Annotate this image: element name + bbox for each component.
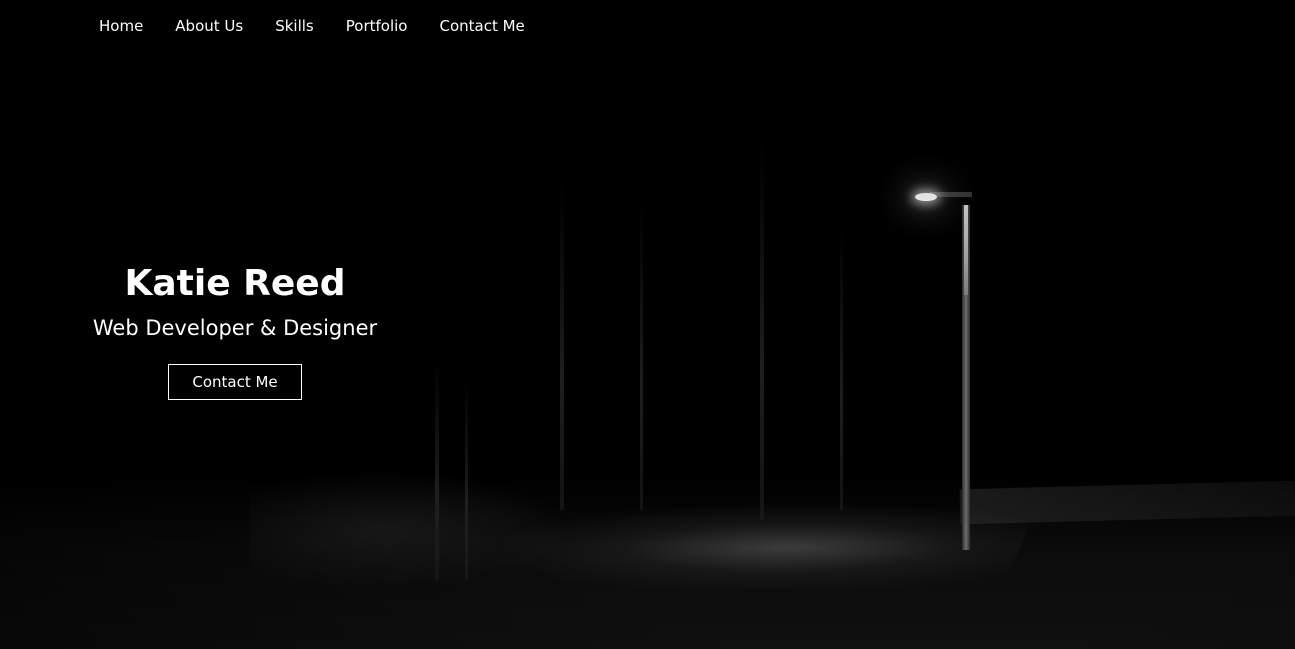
- hero-name: Katie Reed: [124, 263, 346, 304]
- hero-section: Home About Us Skills Portfolio Contact M…: [0, 0, 1295, 649]
- nav-item-home[interactable]: Home: [83, 14, 159, 38]
- nav-item-about-us[interactable]: About Us: [159, 14, 259, 38]
- main-nav: Home About Us Skills Portfolio Contact M…: [83, 14, 541, 38]
- hero-title: Web Developer & Designer: [92, 316, 378, 340]
- nav-item-portfolio[interactable]: Portfolio: [330, 14, 424, 38]
- nav-item-skills[interactable]: Skills: [259, 14, 330, 38]
- nav-item-contact-me[interactable]: Contact Me: [423, 14, 540, 38]
- contact-me-button[interactable]: Contact Me: [168, 364, 302, 400]
- hero-content: Katie Reed Web Developer & Designer Cont…: [75, 258, 395, 400]
